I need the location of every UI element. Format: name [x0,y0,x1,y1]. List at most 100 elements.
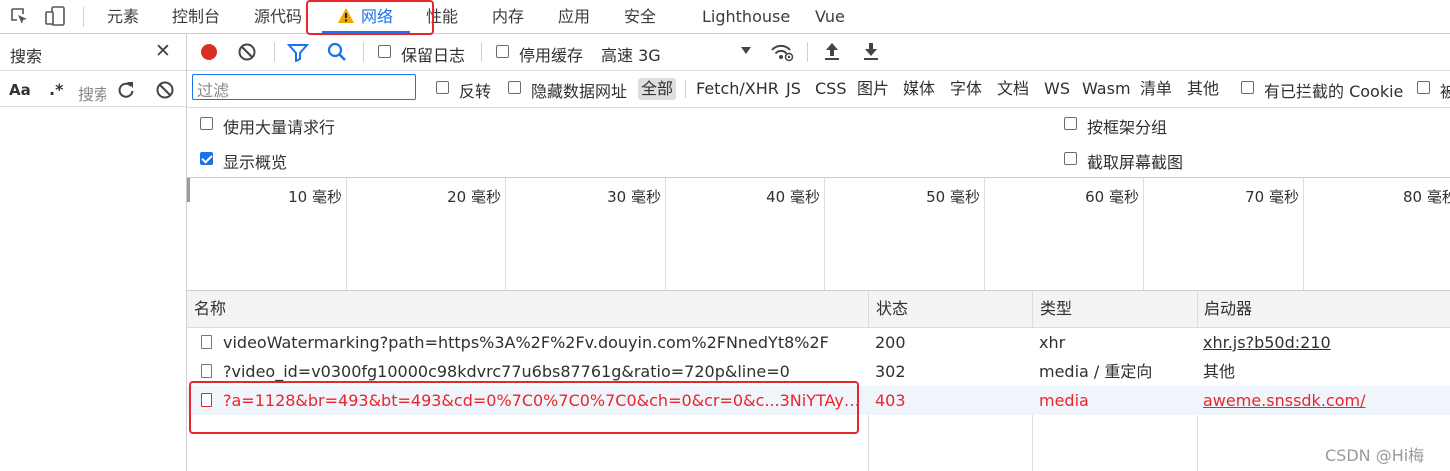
toolbar-divider [363,42,364,62]
filter-type-wasm[interactable]: Wasm [1082,78,1131,100]
blocked-cookies-checkbox[interactable] [1241,81,1254,94]
request-name: videoWatermarking?path=https%3A%2F%2Fv.d… [223,333,829,352]
request-status: 200 [875,333,906,352]
tab-vue[interactable]: Vue [815,0,845,33]
hide-data-urls-checkbox[interactable] [508,81,521,94]
timeline-overview[interactable]: 10 毫秒 20 毫秒 30 毫秒 40 毫秒 50 毫秒 60 毫秒 70 毫… [187,178,1450,291]
blocked-requests-label: 被 [1440,82,1450,101]
file-icon [201,364,212,378]
timeline-tick-label: 80 毫秒 [1403,188,1450,206]
devtools-tabbar: 元素 控制台 源代码 网络 性能 内存 应用 安全 Lighthouse Vue [0,0,1450,34]
tab-elements[interactable]: 元素 [107,0,139,33]
timeline-tick-label: 50 毫秒 [926,188,980,206]
file-icon [201,335,212,349]
column-header-initiator[interactable]: 启动器 [1204,291,1252,327]
filter-type-css[interactable]: CSS [815,78,846,100]
filter-type-js[interactable]: JS [786,78,801,100]
search-icon[interactable] [326,41,348,63]
timeline-tick-label: 20 毫秒 [447,188,501,206]
column-header-status[interactable]: 状态 [876,291,908,327]
hide-data-urls-label: 隐藏数据网址 [531,82,628,101]
inspect-element-icon[interactable] [9,6,29,26]
timeline-gridline [665,178,666,290]
timeline-tick-label: 30 毫秒 [607,188,661,206]
filter-type-other[interactable]: 其他 [1187,78,1219,100]
filter-icon[interactable] [287,42,309,62]
filter-type-manifest[interactable]: 清单 [1140,78,1172,100]
request-type: media / 重定向 [1039,362,1153,381]
request-type: media [1039,391,1089,410]
options-panel [187,107,1450,178]
disable-cache-checkbox[interactable] [496,45,509,58]
clear-icon[interactable] [155,80,175,100]
capture-screenshots-label: 截取屏幕截图 [1087,153,1184,172]
refresh-icon[interactable] [116,80,136,100]
tab-memory[interactable]: 内存 [492,0,524,33]
search-panel-title: 搜索 [10,47,43,66]
filter-input[interactable]: 过滤 [192,74,416,100]
close-icon[interactable]: ✕ [155,40,171,62]
timeline-gridline [824,178,825,290]
match-case-button[interactable]: Aa [9,81,31,99]
filter-type-font[interactable]: 字体 [950,78,982,100]
column-header-name[interactable]: 名称 [194,291,226,327]
requests-table-header: 名称 状态 类型 启动器 [187,291,1450,328]
filter-type-all[interactable]: 全部 [638,78,677,100]
timeline-gridline [346,178,347,290]
disable-cache-label: 停用缓存 [519,46,584,65]
timeline-gridline [1143,178,1144,290]
capture-screenshots-checkbox[interactable] [1064,152,1077,165]
tab-security[interactable]: 安全 [624,0,656,33]
toolbar-divider [274,42,275,62]
filter-type-fetch-xhr[interactable]: Fetch/XHR [696,78,779,100]
filter-divider [685,80,686,98]
table-row[interactable]: videoWatermarking?path=https%3A%2F%2Fv.d… [187,328,1450,357]
column-header-type[interactable]: 类型 [1040,291,1072,327]
timeline-tick-label: 10 毫秒 [288,188,342,206]
request-initiator-link[interactable]: xhr.js?b50d:210 [1203,328,1443,357]
tab-lighthouse[interactable]: Lighthouse [702,0,790,33]
tab-console[interactable]: 控制台 [172,0,220,33]
filter-type-media[interactable]: 媒体 [903,78,935,100]
group-by-frame-checkbox[interactable] [1064,117,1077,130]
request-initiator-link[interactable]: aweme.snssdk.com/ [1203,386,1443,415]
invert-checkbox[interactable] [436,81,449,94]
timeline-tick-label: 70 毫秒 [1245,188,1299,206]
timeline-tick-label: 60 毫秒 [1085,188,1139,206]
network-tab-highlight [306,0,434,35]
record-icon[interactable] [199,42,219,62]
watermark: CSDN @Hi梅 [1325,446,1425,465]
timeline-gridline [1303,178,1304,290]
blocked-requests-checkbox[interactable] [1417,81,1430,94]
preserve-log-checkbox[interactable] [378,45,391,58]
toolbar-divider [481,42,482,62]
toolbar-divider [807,42,808,62]
network-toolbar: 保留日志 停用缓存 高速 3G [187,34,1450,71]
filter-type-img[interactable]: 图片 [857,78,889,100]
export-har-icon[interactable] [861,41,881,63]
timeline-handle[interactable] [187,178,190,202]
throttle-select[interactable]: 高速 3G [601,42,661,66]
tab-application[interactable]: 应用 [558,0,590,33]
regex-button[interactable]: .* [49,80,63,99]
request-initiator: 其他 [1203,362,1236,381]
tabbar-divider [83,7,84,27]
import-har-icon[interactable] [822,41,842,63]
preserve-log-label: 保留日志 [401,46,466,65]
filter-type-ws[interactable]: WS [1044,78,1070,100]
request-status: 302 [875,362,906,381]
clear-log-icon[interactable] [237,42,257,62]
large-rows-checkbox[interactable] [200,117,213,130]
dropdown-arrow-icon[interactable] [740,46,752,56]
network-conditions-icon[interactable] [769,40,795,64]
failed-request-highlight [189,381,859,434]
show-overview-checkbox[interactable] [200,152,213,165]
tab-sources[interactable]: 源代码 [254,0,302,33]
filter-type-doc[interactable]: 文档 [997,78,1029,100]
timeline-gridline [505,178,506,290]
request-type: xhr [1039,333,1066,352]
group-by-frame-label: 按框架分组 [1087,118,1168,137]
large-rows-label: 使用大量请求行 [223,118,336,137]
device-toolbar-icon[interactable] [44,5,66,27]
search-input[interactable]: 搜索 [78,81,106,105]
